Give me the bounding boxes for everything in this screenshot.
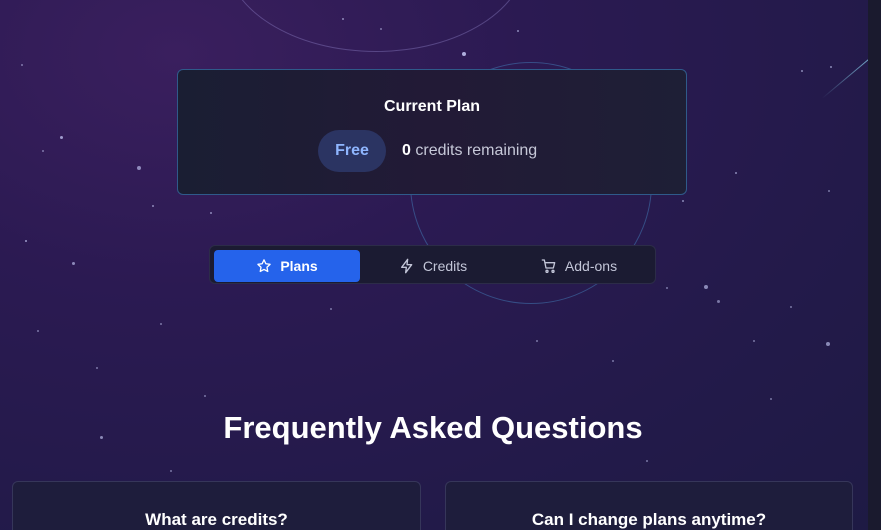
star-decoration — [666, 287, 668, 289]
star-decoration — [826, 342, 830, 346]
star-decoration — [21, 64, 23, 66]
star-decoration — [462, 52, 466, 56]
orbit-decoration-top — [225, 0, 527, 52]
tab-plans[interactable]: Plans — [214, 250, 360, 282]
star-decoration — [790, 306, 792, 308]
star-decoration — [517, 30, 519, 32]
star-decoration — [717, 300, 720, 303]
star-decoration — [646, 460, 648, 462]
star-decoration — [753, 340, 755, 342]
star-decoration — [735, 172, 737, 174]
tab-add-ons[interactable]: Add-ons — [506, 250, 652, 282]
star-decoration — [204, 395, 206, 397]
star-decoration — [704, 285, 708, 289]
star-decoration — [42, 150, 44, 152]
star-decoration — [25, 240, 27, 242]
faq-question: Can I change plans anytime? — [531, 510, 767, 529]
lightning-icon — [400, 258, 413, 274]
star-decoration — [612, 360, 614, 362]
star-decoration — [342, 18, 344, 20]
star-decoration — [60, 136, 63, 139]
pricing-tabs: Plans Credits Add-ons — [209, 245, 656, 284]
credits-label: credits remaining — [415, 142, 538, 159]
star-decoration — [152, 205, 154, 207]
cart-icon — [541, 259, 556, 273]
faq-question: What are credits? — [145, 510, 288, 529]
star-decoration — [801, 70, 803, 72]
plan-badge: Free — [318, 130, 386, 172]
tab-credits-label: Credits — [422, 258, 468, 274]
star-decoration — [536, 340, 538, 342]
faq-heading: Frequently Asked Questions — [223, 410, 643, 445]
faq-card[interactable]: What are credits? — [12, 481, 421, 530]
star-decoration — [137, 166, 141, 170]
faq-card[interactable]: Can I change plans anytime? — [445, 481, 853, 530]
star-decoration — [210, 212, 212, 214]
star-decoration — [682, 200, 684, 202]
star-decoration — [160, 323, 162, 325]
pricing-page: Current Plan Free 0 credits remaining Pl… — [0, 0, 881, 530]
star-icon — [257, 259, 272, 273]
star-decoration — [72, 262, 75, 265]
star-decoration — [830, 66, 832, 68]
current-plan-row: Free 0 credits remaining — [318, 130, 537, 172]
current-plan-title: Current Plan — [383, 98, 480, 115]
tab-plans-label: Plans — [280, 258, 318, 274]
tab-credits[interactable]: Credits — [360, 250, 506, 282]
credits-count: 0 — [402, 142, 411, 159]
star-decoration — [770, 398, 772, 400]
tab-add-ons-label: Add-ons — [564, 258, 618, 274]
star-decoration — [828, 190, 830, 192]
credits-remaining: 0 credits remaining — [402, 142, 537, 160]
star-decoration — [170, 470, 172, 472]
star-decoration — [380, 28, 382, 30]
star-decoration — [96, 367, 98, 369]
current-plan-card: Current Plan Free 0 credits remaining — [177, 69, 687, 195]
scrollbar-track[interactable] — [868, 0, 881, 530]
star-decoration — [330, 308, 332, 310]
star-decoration — [37, 330, 39, 332]
